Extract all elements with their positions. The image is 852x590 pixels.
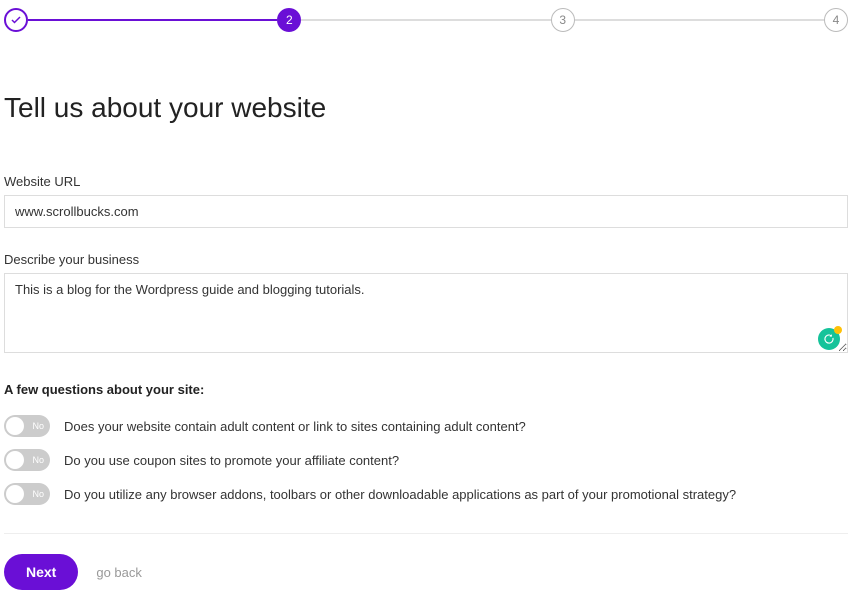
- question-browser-addons: No Do you utilize any browser addons, to…: [4, 483, 848, 505]
- questions-heading: A few questions about your site:: [4, 382, 848, 397]
- toggle-off-label: No: [32, 421, 44, 431]
- step-line-2: [301, 19, 550, 21]
- go-back-link[interactable]: go back: [96, 565, 142, 580]
- step-3: 3: [551, 8, 575, 32]
- check-icon: [10, 14, 22, 26]
- url-label: Website URL: [4, 174, 848, 189]
- question-coupon-sites: No Do you use coupon sites to promote yo…: [4, 449, 848, 471]
- toggle-coupon-sites[interactable]: No: [4, 449, 50, 471]
- step-1-done: [4, 8, 28, 32]
- toggle-adult-content[interactable]: No: [4, 415, 50, 437]
- toggle-knob: [6, 417, 24, 435]
- progress-stepper: 2 3 4: [4, 8, 848, 32]
- question-adult-content: No Does your website contain adult conte…: [4, 415, 848, 437]
- toggle-knob: [6, 485, 24, 503]
- toggle-off-label: No: [32, 455, 44, 465]
- step-line-1: [28, 19, 277, 21]
- desc-label: Describe your business: [4, 252, 848, 267]
- toggle-off-label: No: [32, 489, 44, 499]
- step-line-3: [575, 19, 824, 21]
- website-url-input[interactable]: [4, 195, 848, 228]
- question-text: Do you utilize any browser addons, toolb…: [64, 487, 736, 502]
- divider: [4, 533, 848, 534]
- business-description-textarea[interactable]: [4, 273, 848, 353]
- next-button[interactable]: Next: [4, 554, 78, 590]
- question-text: Does your website contain adult content …: [64, 419, 526, 434]
- page-title: Tell us about your website: [4, 92, 848, 124]
- toggle-browser-addons[interactable]: No: [4, 483, 50, 505]
- step-2-current: 2: [277, 8, 301, 32]
- footer-actions: Next go back: [4, 554, 848, 590]
- toggle-knob: [6, 451, 24, 469]
- grammarly-icon[interactable]: [818, 328, 840, 350]
- question-text: Do you use coupon sites to promote your …: [64, 453, 399, 468]
- step-4: 4: [824, 8, 848, 32]
